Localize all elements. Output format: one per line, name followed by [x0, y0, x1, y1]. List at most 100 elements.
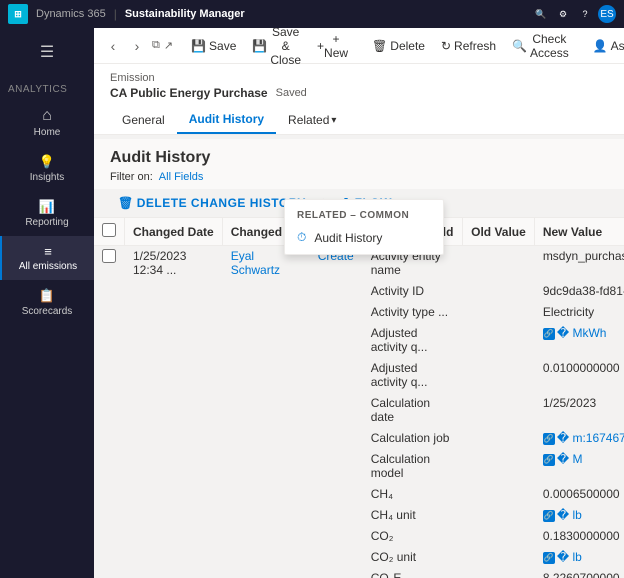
sidebar-home-label: Home: [34, 127, 61, 138]
row-checkbox[interactable]: [102, 249, 116, 263]
sidebar-item-all-emissions[interactable]: ≡ All emissions: [0, 236, 94, 280]
sidebar-reporting-label: Reporting: [25, 217, 68, 228]
assign-icon: 👤: [593, 39, 608, 53]
analytics-label: Analytics: [0, 76, 94, 99]
old-value-cell: [463, 281, 535, 302]
sidebar-item-insights[interactable]: 💡 Insights: [0, 146, 94, 191]
product-name: Dynamics 365: [36, 8, 106, 20]
delete-button[interactable]: 🗑 Delete: [366, 36, 431, 56]
old-value-cell: [463, 526, 535, 547]
new-value-cell: 0.0006500000: [534, 484, 624, 505]
main-content-area: ‹ › ⧉ ↗ 💾 Save 💾 Save & Close + + New 🗑 …: [94, 28, 624, 578]
old-value-cell: [463, 484, 535, 505]
dropdown-item-audit-history[interactable]: ⏱ Audit History: [285, 225, 443, 250]
tabs: General Audit History Related ▾: [110, 106, 608, 134]
insights-icon: 💡: [39, 154, 55, 170]
changed-date-cell: 1/25/2023 12:34 ...: [125, 246, 223, 578]
field-name-cell: CO₂E: [362, 568, 462, 578]
reference-value-link[interactable]: � lb: [557, 508, 582, 522]
sidebar-item-home[interactable]: ⌂ Home: [0, 99, 94, 146]
saved-badge: Saved: [276, 87, 307, 99]
search-icon[interactable]: 🔍: [532, 5, 550, 23]
hamburger-icon: ☰: [40, 42, 54, 62]
sidebar-item-reporting[interactable]: 📊 Reporting: [0, 191, 94, 236]
refresh-button[interactable]: ↻ Refresh: [435, 36, 502, 56]
new-value-cell: 🔗� M: [534, 449, 624, 484]
app-name: Sustainability Manager: [125, 8, 245, 20]
filter-value[interactable]: All Fields: [159, 171, 204, 183]
tab-audit-history[interactable]: Audit History: [177, 106, 276, 134]
field-name-cell: Calculation model: [362, 449, 462, 484]
new-icon: +: [317, 39, 324, 53]
tab-related[interactable]: Related ▾: [276, 107, 348, 133]
reference-value-link[interactable]: � M: [557, 452, 583, 466]
page-header: Emission CA Public Energy Purchase Saved…: [94, 64, 624, 135]
scorecards-icon: 📋: [39, 288, 55, 304]
field-name-cell: Calculation job: [362, 428, 462, 449]
reference-value-link[interactable]: � lb: [557, 550, 582, 564]
section-header: Audit History Filter on: All Fields: [94, 139, 624, 189]
delete-icon: 🗑: [372, 39, 387, 53]
audit-table: Changed Date Changed By Event Changed Fi…: [94, 218, 624, 578]
changed-by-link[interactable]: Eyal Schwartz: [231, 249, 280, 277]
settings-icon[interactable]: ⚙: [554, 5, 572, 23]
old-value-cell: [463, 568, 535, 578]
new-value-cell: 0.1830000000: [534, 526, 624, 547]
check-access-button[interactable]: 🔍 Check Access: [506, 29, 575, 63]
reference-value-link[interactable]: � MkWh: [557, 326, 607, 340]
save-button[interactable]: 💾 Save: [185, 36, 242, 56]
new-value-cell: 8.2260700000: [534, 568, 624, 578]
back-button[interactable]: ‹: [102, 35, 124, 57]
reporting-icon: 📊: [39, 199, 55, 215]
new-value-cell: 🔗� m:167467862358: [534, 428, 624, 449]
new-button[interactable]: + + New: [311, 29, 354, 63]
new-value-cell: 0.0100000000: [534, 358, 624, 393]
field-name-cell: CH₄ unit: [362, 505, 462, 526]
help-icon[interactable]: ?: [576, 5, 594, 23]
lookup-icon: 🔗: [543, 433, 555, 445]
lookup-icon: 🔗: [543, 510, 555, 522]
old-value-cell: [463, 449, 535, 484]
column-new-value[interactable]: New Value: [534, 218, 624, 246]
dynamics-logo: ⊞: [8, 4, 28, 24]
field-name-cell: CO₂: [362, 526, 462, 547]
home-icon: ⌂: [42, 107, 52, 125]
lookup-icon: 🔗: [543, 552, 555, 564]
field-name-cell: Adjusted activity q...: [362, 323, 462, 358]
ribbon: ‹ › ⧉ ↗ 💾 Save 💾 Save & Close + + New 🗑 …: [94, 28, 624, 64]
reference-value-link[interactable]: � m:167467862358: [557, 431, 624, 445]
select-all-checkbox[interactable]: [102, 223, 116, 237]
audit-table-container[interactable]: Changed Date Changed By Event Changed Fi…: [94, 217, 624, 578]
forward-button[interactable]: ›: [126, 35, 148, 57]
filter-row: Filter on: All Fields: [110, 171, 608, 183]
row-checkbox-cell: [94, 246, 125, 578]
check-access-icon: 🔍: [512, 39, 527, 53]
sidebar: ☰ Analytics ⌂ Home 💡 Insights 📊 Reportin…: [0, 28, 94, 578]
column-changed-date[interactable]: Changed Date: [125, 218, 223, 246]
field-name-cell: Calculation date: [362, 393, 462, 428]
new-value-cell: 1/25/2023: [534, 393, 624, 428]
external-button[interactable]: ↗: [164, 35, 173, 57]
field-name-cell: CH₄: [362, 484, 462, 505]
sidebar-item-scorecards[interactable]: 📋 Scorecards: [0, 280, 94, 325]
user-avatar[interactable]: ES: [598, 5, 616, 23]
tab-general[interactable]: General: [110, 107, 177, 133]
sidebar-menu-toggle[interactable]: ☰: [4, 34, 90, 70]
new-value-cell: 9dc9da38-fd81-9dc4-d...: [534, 281, 624, 302]
field-name-cell: Activity type ...: [362, 302, 462, 323]
old-value-cell: [463, 323, 535, 358]
chevron-down-icon: ▾: [331, 115, 336, 126]
sidebar-insights-label: Insights: [30, 172, 64, 183]
sidebar-emissions-label: All emissions: [19, 261, 77, 272]
column-old-value[interactable]: Old Value: [463, 218, 535, 246]
new-value-cell: Electricity: [534, 302, 624, 323]
field-name-cell: CO₂ unit: [362, 547, 462, 568]
old-value-cell: [463, 358, 535, 393]
section-title: Audit History: [110, 149, 608, 167]
lookup-icon: 🔗: [543, 328, 555, 340]
window-button[interactable]: ⧉: [152, 35, 160, 57]
assign-button[interactable]: 👤 Assign: [587, 36, 624, 56]
field-name-cell: Activity ID: [362, 281, 462, 302]
breadcrumb: Emission: [110, 72, 608, 84]
event-cell: Create: [309, 246, 362, 578]
